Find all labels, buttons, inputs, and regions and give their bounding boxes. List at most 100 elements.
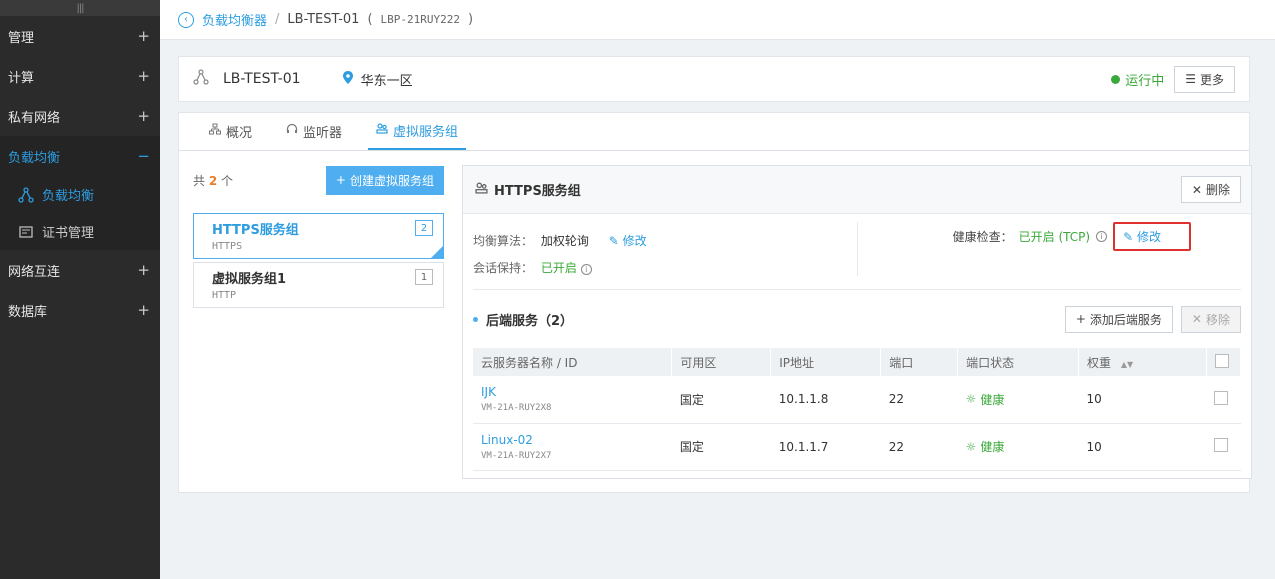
plus-icon: + — [335, 173, 346, 187]
menu-lines-icon: ☰ — [1185, 72, 1196, 86]
bullet-icon — [473, 316, 478, 322]
headset-icon — [286, 123, 298, 139]
health-status-text: 健康 — [980, 440, 1005, 454]
sidebar-subitem-load-balancer[interactable]: 负载均衡 — [0, 176, 160, 213]
sort-icon[interactable]: ▲▼ — [1121, 360, 1133, 369]
vm-name-link[interactable]: Linux-02 — [481, 433, 672, 447]
remove-button[interactable]: ✕ 移除 — [1180, 305, 1241, 333]
sidebar-item-load-balancing[interactable]: 负载均衡 − — [0, 136, 160, 176]
backend-table: 云服务器名称 / ID 可用区 IP地址 端口 端口状态 权重 ▲▼ IJK V… — [473, 348, 1242, 471]
breadcrumb-paren-close: ) — [468, 12, 474, 27]
group-count: 共 2 个 — [193, 172, 233, 189]
resource-header: LB-TEST-01 华东一区 运行中 ☰ 更多 — [178, 56, 1250, 102]
sidebar-subitem-certificates[interactable]: 证书管理 — [0, 213, 160, 250]
server-group-icon — [376, 122, 388, 138]
cell-port-status: ☼ 健康 — [958, 376, 1079, 423]
pencil-icon: ✎ — [608, 234, 619, 248]
table-row: IJK VM-21A-RUY2X8 国定 10.1.1.8 22 ☼ 健康 10 — [473, 376, 1241, 423]
back-icon[interactable]: ‹ — [178, 11, 194, 28]
collapse-icon: − — [137, 147, 150, 165]
main-area: ‹ 负载均衡器 / LB-TEST-01 ( LBP-21RUY222 ) LB… — [160, 0, 1275, 579]
col-header-port-status: 端口状态 — [957, 348, 1080, 376]
info-icon[interactable]: i — [1096, 231, 1108, 242]
sidebar-item-label: 网络互连 — [8, 264, 61, 280]
expand-icon: + — [137, 301, 150, 319]
breadcrumb-resource-id: LBP-21RUY222 — [380, 13, 461, 26]
health-status: ☼ 健康 — [966, 438, 1079, 455]
algorithm-label: 均衡算法： — [473, 234, 534, 248]
breadcrumb-paren-open: ( — [367, 12, 373, 27]
network-nodes-icon — [18, 186, 34, 203]
cell-port-status: ☼ 健康 — [958, 423, 1079, 470]
expand-icon: + — [137, 67, 150, 85]
select-all-checkbox[interactable] — [1214, 353, 1229, 368]
tab-virtual-server-groups[interactable]: 虚拟服务组 — [368, 112, 467, 150]
create-group-button[interactable]: + 创建虚拟服务组 — [325, 165, 444, 195]
group-item-vsg1[interactable]: 虚拟服务组1 HTTP 1 — [193, 262, 444, 308]
sidebar-item-label: 计算 — [8, 70, 35, 86]
breadcrumb: ‹ 负载均衡器 / LB-TEST-01 ( LBP-21RUY222 ) — [160, 0, 1275, 40]
tab-listeners[interactable]: 监听器 — [278, 112, 350, 150]
cell-select — [1206, 376, 1240, 423]
overview-icon — [209, 123, 221, 139]
sidebar-item-management[interactable]: 管理 + — [0, 16, 160, 56]
expand-icon: + — [137, 107, 150, 125]
group-count-row: 共 2 个 + 创建虚拟服务组 — [193, 165, 444, 195]
create-group-label: 创建虚拟服务组 — [349, 173, 434, 188]
edit-label: 修改 — [1136, 230, 1161, 244]
more-button[interactable]: ☰ 更多 — [1174, 65, 1235, 93]
region-label: 华东一区 — [360, 73, 413, 89]
group-list: HTTPS服务组 HTTPS 2 虚拟服务组1 HTTP 1 — [193, 213, 444, 308]
col-header-select — [1206, 348, 1242, 376]
info-icon[interactable]: i — [580, 264, 592, 275]
col-header-weight[interactable]: 权重 ▲▼ — [1078, 348, 1207, 376]
sidebar-item-label: 管理 — [8, 30, 35, 46]
sidebar-item-vpc[interactable]: 私有网络 + — [0, 96, 160, 136]
backend-title: 后端服务（2） — [473, 310, 573, 329]
health-status-text: 健康 — [980, 392, 1005, 407]
content-card: 概况 监听器 虚拟服务组 共 2 个 + 创建虚拟服务组 HTTPS服务组 HT… — [178, 112, 1252, 493]
close-icon: ✕ — [1191, 182, 1202, 197]
status-text: 运行中 — [1125, 73, 1165, 89]
count-prefix: 共 — [193, 173, 206, 188]
sidebar-item-interconnect[interactable]: 网络互连 + — [0, 250, 160, 290]
sidebar-collapse-handle[interactable]: ||| — [0, 0, 160, 16]
resource-name: LB-TEST-01 — [223, 71, 301, 87]
row-checkbox[interactable] — [1214, 390, 1229, 405]
count-value: 2 — [208, 173, 218, 188]
cell-name: Linux-02 VM-21A-RUY2X7 — [473, 423, 672, 470]
pencil-icon: ✎ — [1123, 230, 1134, 244]
add-backend-button[interactable]: + 添加后端服务 — [1064, 305, 1173, 333]
cell-name: IJK VM-21A-RUY2X8 — [473, 376, 672, 423]
health-value: 已开启 (TCP) — [1018, 230, 1091, 244]
sidebar-item-compute[interactable]: 计算 + — [0, 56, 160, 96]
breadcrumb-root-link[interactable]: 负载均衡器 — [202, 10, 267, 29]
group-count-badge: 1 — [415, 269, 433, 285]
vm-name-link[interactable]: IJK — [481, 385, 672, 399]
add-backend-label: 添加后端服务 — [1089, 312, 1162, 327]
plus-icon: + — [1075, 312, 1086, 326]
edit-health-check-link[interactable]: ✎ 修改 — [1113, 222, 1191, 251]
breadcrumb-separator: / — [275, 12, 280, 27]
cell-port: 22 — [888, 439, 904, 454]
tab-overview[interactable]: 概况 — [201, 112, 260, 150]
sun-icon: ☼ — [965, 392, 977, 407]
sidebar-item-database[interactable]: 数据库 + — [0, 290, 160, 330]
group-item-https[interactable]: HTTPS服务组 HTTPS 2 — [193, 213, 444, 259]
backend-actions: + 添加后端服务 ✕ 移除 — [1064, 305, 1241, 333]
cell-zone: 国定 — [679, 392, 704, 407]
edit-algorithm-link[interactable]: ✎ 修改 — [609, 234, 647, 248]
detail-title-text: HTTPS服务组 — [494, 184, 581, 199]
health-check-info: 健康检查： 已开启 (TCP) i ✎ 修改 — [953, 222, 1191, 251]
weight-header-label: 权重 — [1087, 355, 1112, 370]
vm-id: VM-21A-RUY2X7 — [481, 450, 552, 461]
delete-button[interactable]: ✕ 删除 — [1180, 176, 1241, 203]
vm-id: VM-21A-RUY2X8 — [481, 403, 552, 414]
breadcrumb-current: LB-TEST-01 — [287, 12, 360, 27]
sidebar-item-label: 负载均衡 — [8, 150, 61, 166]
cell-select — [1206, 423, 1240, 470]
sidebar: ||| 管理 + 计算 + 私有网络 + 负载均衡 − 负载均衡 证书管理 网络… — [0, 0, 160, 579]
row-checkbox[interactable] — [1214, 438, 1229, 452]
col-header-port: 端口 — [880, 348, 959, 376]
detail-title: HTTPS服务组 — [475, 180, 581, 199]
